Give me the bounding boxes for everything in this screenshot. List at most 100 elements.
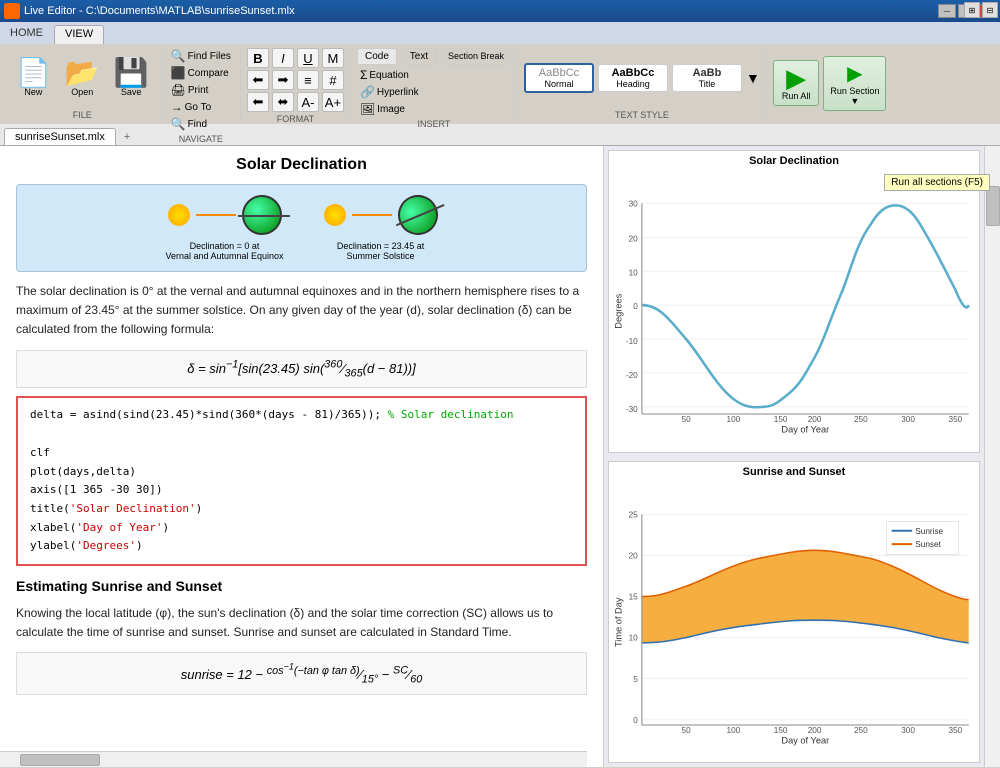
style-normal-button[interactable]: AaBbCc Normal bbox=[524, 63, 594, 93]
equinox-figure: Declination = 0 atVernal and Autumnal Eq… bbox=[165, 195, 283, 261]
svg-text:150: 150 bbox=[774, 726, 788, 735]
title-bar: Live Editor - C:\Documents\MATLAB\sunris… bbox=[0, 0, 1000, 22]
code-line-3: plot(days,delta) bbox=[30, 465, 136, 478]
arrow-line-2 bbox=[352, 214, 392, 216]
find-button[interactable]: 🔍 Find bbox=[168, 116, 210, 132]
earth-icon-1 bbox=[242, 195, 282, 235]
numbered-button[interactable]: # bbox=[322, 70, 344, 90]
file-group-label: FILE bbox=[73, 108, 92, 120]
svg-text:20: 20 bbox=[629, 234, 639, 243]
svg-text:Day of Year: Day of Year bbox=[781, 425, 829, 435]
section-break-button[interactable]: Section Break bbox=[441, 48, 511, 65]
compare-button[interactable]: ⬛ Compare bbox=[168, 65, 232, 81]
solar-description: The solar declination is 0° at the verna… bbox=[16, 282, 587, 340]
tab-bar: sunriseSunset.mlx + bbox=[0, 124, 1000, 146]
style-heading-button[interactable]: AaBbCc Heading bbox=[598, 64, 668, 92]
svg-text:10: 10 bbox=[629, 268, 639, 277]
tab-view[interactable]: VIEW bbox=[54, 25, 104, 44]
chart1-area: Degrees 30 20 10 0 -10 -20 -30 bbox=[609, 171, 979, 452]
svg-text:0: 0 bbox=[633, 302, 638, 311]
new-button[interactable]: 📄 New bbox=[10, 57, 57, 99]
bottom-scrollbar[interactable] bbox=[0, 751, 587, 767]
outdent-button[interactable]: ➡ bbox=[272, 70, 294, 90]
equator-line-2 bbox=[395, 204, 443, 226]
svg-text:0: 0 bbox=[633, 715, 638, 724]
run-section-button[interactable]: ▶ Run Section ▼ bbox=[823, 56, 886, 111]
sunrise-formula-box: sunrise = 12 − cos−1(−tan φ tan δ)⁄15° −… bbox=[16, 652, 587, 695]
bold-button[interactable]: B bbox=[247, 48, 269, 68]
right-scrollbar[interactable] bbox=[984, 146, 1000, 767]
svg-text:-10: -10 bbox=[626, 337, 638, 346]
svg-text:100: 100 bbox=[727, 415, 741, 424]
declination-diagram: Declination = 0 atVernal and Autumnal Eq… bbox=[16, 184, 587, 272]
style-title-button[interactable]: AaBb Title bbox=[672, 64, 742, 92]
align-left-button[interactable]: ⬅ bbox=[247, 92, 269, 112]
text-style-group-label: TEXT STYLE bbox=[615, 108, 669, 120]
code-box: delta = asind(sind(23.45)*sind(360*(days… bbox=[16, 396, 587, 566]
strikethrough-button[interactable]: M bbox=[322, 48, 344, 68]
scroll-thumb-v[interactable] bbox=[986, 186, 1000, 226]
font-size-dec-button[interactable]: A- bbox=[297, 92, 319, 112]
font-size-inc-button[interactable]: A+ bbox=[322, 92, 344, 112]
format-group-content: B I U M ⬅ ➡ ≡ # ⬅ ⬌ A- A+ bbox=[247, 48, 344, 112]
indent-button[interactable]: ⬅ bbox=[247, 70, 269, 90]
open-button[interactable]: 📂 Open bbox=[59, 57, 106, 99]
sunrise-sunset-heading: Estimating Sunrise and Sunset bbox=[16, 578, 587, 594]
chart2-title: Sunrise and Sunset bbox=[609, 462, 979, 482]
arrow-line-1 bbox=[196, 214, 236, 216]
find-files-button[interactable]: 🔍 Find Files bbox=[168, 48, 234, 64]
new-icon: 📄 bbox=[16, 59, 51, 87]
go-to-button[interactable]: → Go To bbox=[168, 99, 215, 115]
text-style-scroll-down[interactable]: ▼ bbox=[746, 70, 760, 86]
code-comment-1: % Solar declination bbox=[388, 408, 514, 421]
svg-text:200: 200 bbox=[808, 726, 822, 735]
tab-home[interactable]: HOME bbox=[0, 25, 53, 44]
format-group: B I U M ⬅ ➡ ≡ # ⬅ ⬌ A- A+ FORMAT bbox=[241, 46, 351, 122]
app-icon bbox=[4, 3, 20, 19]
code-line-2: clf bbox=[30, 446, 50, 459]
svg-text:100: 100 bbox=[727, 726, 741, 735]
find-files-icon: 🔍 bbox=[171, 49, 186, 63]
svg-text:Time of Day: Time of Day bbox=[613, 597, 623, 647]
text-style-group: AaBbCc Normal AaBbCc Heading AaBb Title … bbox=[518, 46, 767, 122]
solstice-figure: Declination = 23.45 atSummer Solstice bbox=[324, 195, 438, 261]
chart1-svg: Degrees 30 20 10 0 -10 -20 -30 bbox=[609, 171, 979, 452]
text-button[interactable]: Text bbox=[401, 48, 437, 65]
document-tab[interactable]: sunriseSunset.mlx bbox=[4, 128, 116, 145]
svg-text:15: 15 bbox=[629, 592, 639, 601]
format-row2: ⬅ ➡ ≡ # bbox=[247, 70, 344, 90]
hyperlink-button[interactable]: 🔗 Hyperlink bbox=[357, 84, 422, 100]
save-button[interactable]: 💾 Save bbox=[108, 57, 155, 99]
add-tab-button[interactable]: + bbox=[118, 129, 136, 145]
sun-icon-2 bbox=[324, 204, 346, 226]
scroll-thumb-h[interactable] bbox=[20, 754, 100, 766]
go-to-icon: → bbox=[171, 100, 183, 114]
align-center-button[interactable]: ⬌ bbox=[272, 92, 294, 112]
navigate-group-label: NAVIGATE bbox=[179, 132, 223, 144]
normal-style: AaBbCc Normal bbox=[524, 63, 594, 93]
chart-solar-declination: Solar Declination ⊞ ⊟ Degrees 30 20 10 0… bbox=[608, 150, 980, 453]
solstice-caption: Declination = 23.45 atSummer Solstice bbox=[337, 241, 424, 261]
compare-icon: ⬛ bbox=[171, 66, 186, 80]
minimize-button[interactable]: ─ bbox=[938, 4, 956, 18]
ribbon: 📄 New 📂 Open 💾 Save FILE 🔍 Find Files ⬛ … bbox=[0, 44, 1000, 124]
image-button[interactable]: 🖼 Image bbox=[357, 101, 422, 117]
insert-col2: Σ Equation 🔗 Hyperlink 🖼 Image bbox=[357, 67, 422, 117]
italic-button[interactable]: I bbox=[272, 48, 294, 68]
bullet-button[interactable]: ≡ bbox=[297, 70, 319, 90]
insert-row1: Code Text Section Break bbox=[357, 48, 511, 65]
print-button[interactable]: 🖨 Print bbox=[168, 82, 212, 98]
chart2-svg: Time of Day 25 20 15 10 5 0 50 bbox=[609, 482, 979, 763]
code-button[interactable]: Code bbox=[357, 48, 397, 65]
chart2-area: Time of Day 25 20 15 10 5 0 50 bbox=[609, 482, 979, 763]
sun-icon-1 bbox=[168, 204, 190, 226]
insert-group-content: Code Text Section Break Σ Equation 🔗 Hyp… bbox=[357, 48, 511, 117]
svg-text:-20: -20 bbox=[626, 371, 638, 380]
left-panel-inner: Solar Declination Declination = 0 atVern… bbox=[0, 146, 603, 713]
run-group: ▶ Run All ▶ Run Section ▼ bbox=[767, 46, 893, 122]
text-style-content: AaBbCc Normal AaBbCc Heading AaBb Title … bbox=[524, 48, 760, 108]
run-all-button[interactable]: ▶ Run All bbox=[773, 60, 820, 106]
underline-button[interactable]: U bbox=[297, 48, 319, 68]
code-line-7: ylabel('Degrees') bbox=[30, 539, 143, 552]
equation-button[interactable]: Σ Equation bbox=[357, 67, 422, 83]
